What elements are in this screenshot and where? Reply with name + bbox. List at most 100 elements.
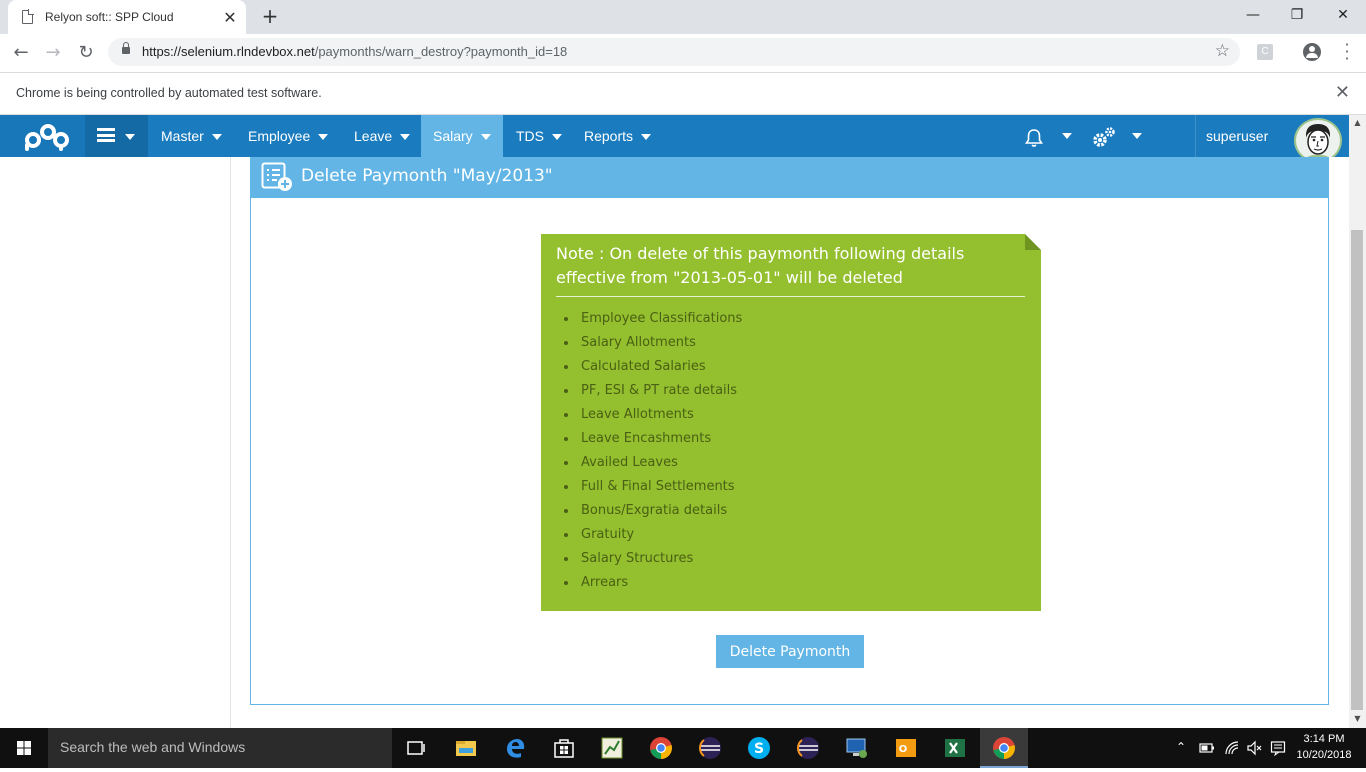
restore-icon[interactable]: ❐ <box>1274 0 1320 30</box>
chrome-icon[interactable] <box>649 736 673 760</box>
svg-text:O: O <box>899 744 908 755</box>
chevron-down-icon <box>552 134 562 141</box>
nav-item-reports[interactable]: Reports <box>572 115 663 157</box>
chevron-down-icon <box>480 134 491 141</box>
forward-arrow-icon[interactable]: → <box>40 40 66 66</box>
back-arrow-icon[interactable]: ← <box>8 40 34 66</box>
new-tab-button[interactable]: + <box>258 4 282 28</box>
settings-gears-icon[interactable] <box>1090 125 1118 149</box>
remote-desktop-icon[interactable] <box>845 736 869 760</box>
volume-muted-icon[interactable] <box>1246 740 1262 756</box>
automation-infobar: Chrome is being controlled by automated … <box>0 72 1366 115</box>
chrome-menu-icon[interactable]: · · · <box>1337 37 1357 67</box>
list-item: Full & Final Settlements <box>563 475 742 499</box>
panel-header: Delete Paymonth "May/2013" <box>251 157 1328 198</box>
url-path: /paymonths/warn_destroy?paymonth_id=18 <box>314 44 568 59</box>
taskbar-search[interactable]: Search the web and Windows <box>48 728 392 768</box>
nav-item-salary[interactable]: Salary <box>421 115 503 157</box>
hamburger-icon <box>97 128 115 142</box>
username: superuser <box>1206 128 1269 144</box>
action-center-icon[interactable] <box>1270 740 1286 756</box>
list-item: Availed Leaves <box>563 451 742 475</box>
windows-logo-icon <box>17 741 31 755</box>
chevron-down-icon <box>641 134 652 141</box>
eclipse-icon[interactable] <box>796 736 820 760</box>
list-item: Gratuity <box>563 523 742 547</box>
user-menu[interactable]: superuser <box>1195 115 1349 163</box>
sidebar <box>0 157 231 728</box>
browser-tab[interactable]: Relyon soft:: SPP Cloud ✕ <box>8 0 246 34</box>
nav-item-leave[interactable]: Leave <box>342 115 422 157</box>
nav-label: Employee <box>248 128 311 144</box>
address-bar[interactable]: https://selenium.rlndevbox.net/paymonths… <box>108 38 1240 66</box>
reload-icon[interactable]: ↻ <box>73 40 99 66</box>
scroll-up-arrow-icon[interactable]: ▲ <box>1349 118 1366 127</box>
url-text[interactable]: https://selenium.rlndevbox.net/paymonths… <box>142 44 567 59</box>
list-item: Leave Allotments <box>563 403 742 427</box>
tab-title: Relyon soft:: SPP Cloud <box>45 10 174 24</box>
nav-item-master[interactable]: Master <box>149 115 234 157</box>
list-item: Calculated Salaries <box>563 355 742 379</box>
list-item: Employee Classifications <box>563 307 742 331</box>
infobar-text: Chrome is being controlled by automated … <box>16 86 322 100</box>
tray-chevron-up-icon[interactable]: ⌃ <box>1176 740 1186 754</box>
page-icon <box>22 9 34 24</box>
extension-icon[interactable]: C <box>1257 44 1273 60</box>
lock-icon <box>122 42 130 54</box>
hamburger-menu-button[interactable] <box>85 115 148 157</box>
profile-icon[interactable] <box>1303 43 1321 61</box>
list-item: Salary Allotments <box>563 331 742 355</box>
notification-bell-icon[interactable] <box>1024 128 1044 148</box>
svg-text:S: S <box>754 741 764 757</box>
browser-tabstrip: Relyon soft:: SPP Cloud ✕ + — ❐ ✕ <box>0 0 1366 34</box>
list-item: Leave Encashments <box>563 427 742 451</box>
nav-label: TDS <box>516 128 544 144</box>
chevron-down-icon[interactable] <box>1132 133 1142 139</box>
list-item: Salary Structures <box>563 547 742 571</box>
excel-icon[interactable] <box>943 736 967 760</box>
delete-paymonth-panel: Delete Paymonth "May/2013" Note : On del… <box>250 157 1329 705</box>
bookmark-star-icon[interactable]: ☆ <box>1215 41 1230 61</box>
nav-label: Salary <box>433 128 473 144</box>
page-title: Delete Paymonth "May/2013" <box>301 166 553 186</box>
start-button[interactable] <box>0 728 48 768</box>
skype-icon[interactable]: S <box>747 736 771 760</box>
file-explorer-icon[interactable] <box>454 736 478 760</box>
eclipse-icon[interactable] <box>698 736 722 760</box>
edge-browser-icon[interactable] <box>503 736 527 760</box>
chrome-icon <box>993 737 1015 759</box>
app-logo[interactable] <box>0 115 85 157</box>
store-icon[interactable] <box>552 736 576 760</box>
windows-taskbar: Search the web and Windows S O ⌃ 3:14 PM… <box>0 728 1366 768</box>
nav-item-employee[interactable]: Employee <box>236 115 340 157</box>
list-item: Arrears <box>563 571 742 595</box>
outlook-icon[interactable]: O <box>894 736 918 760</box>
chevron-down-icon[interactable] <box>1062 133 1072 139</box>
window-close-icon[interactable]: ✕ <box>1320 0 1366 30</box>
infobar-close-icon[interactable]: ✕ <box>1335 82 1350 103</box>
wifi-icon[interactable] <box>1224 740 1240 756</box>
chevron-down-icon <box>318 134 329 141</box>
task-view-icon[interactable] <box>404 736 428 760</box>
nav-item-tds[interactable]: TDS <box>504 115 574 157</box>
page-scrollbar[interactable] <box>1349 115 1366 728</box>
note-divider <box>556 296 1025 297</box>
scroll-down-arrow-icon[interactable]: ▼ <box>1349 714 1366 723</box>
chevron-down-icon <box>211 134 222 141</box>
list-add-icon <box>261 162 292 191</box>
delete-paymonth-button[interactable]: Delete Paymonth <box>716 635 864 668</box>
chevron-down-icon <box>400 134 411 141</box>
nav-label: Leave <box>354 128 393 144</box>
chart-app-icon[interactable] <box>600 736 624 760</box>
taskbar-clock[interactable]: 3:14 PM 10/20/2018 <box>1296 731 1352 763</box>
taskbar-active-chrome[interactable] <box>980 728 1028 768</box>
taskbar-search-placeholder: Search the web and Windows <box>60 739 246 755</box>
battery-icon[interactable] <box>1199 741 1215 755</box>
url-host: https://selenium.rlndevbox.net <box>142 44 315 59</box>
clock-time: 3:14 PM <box>1303 733 1345 745</box>
minimize-icon[interactable]: — <box>1230 0 1276 30</box>
tab-close-icon[interactable]: ✕ <box>218 8 242 27</box>
scrollbar-thumb[interactable] <box>1351 230 1363 710</box>
note-fold-corner <box>1025 234 1041 250</box>
clock-date: 10/20/2018 <box>1296 749 1352 761</box>
